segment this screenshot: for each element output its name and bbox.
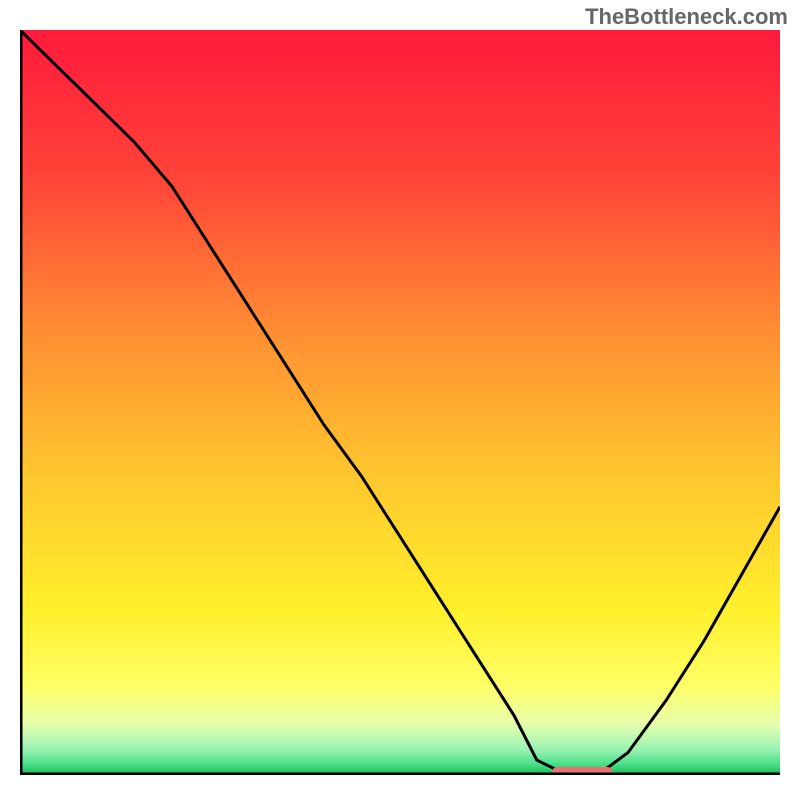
- bottleneck-curve: [20, 30, 780, 775]
- plot-area: [20, 30, 780, 775]
- curve-layer: [20, 30, 780, 775]
- watermark-text: TheBottleneck.com: [585, 4, 788, 30]
